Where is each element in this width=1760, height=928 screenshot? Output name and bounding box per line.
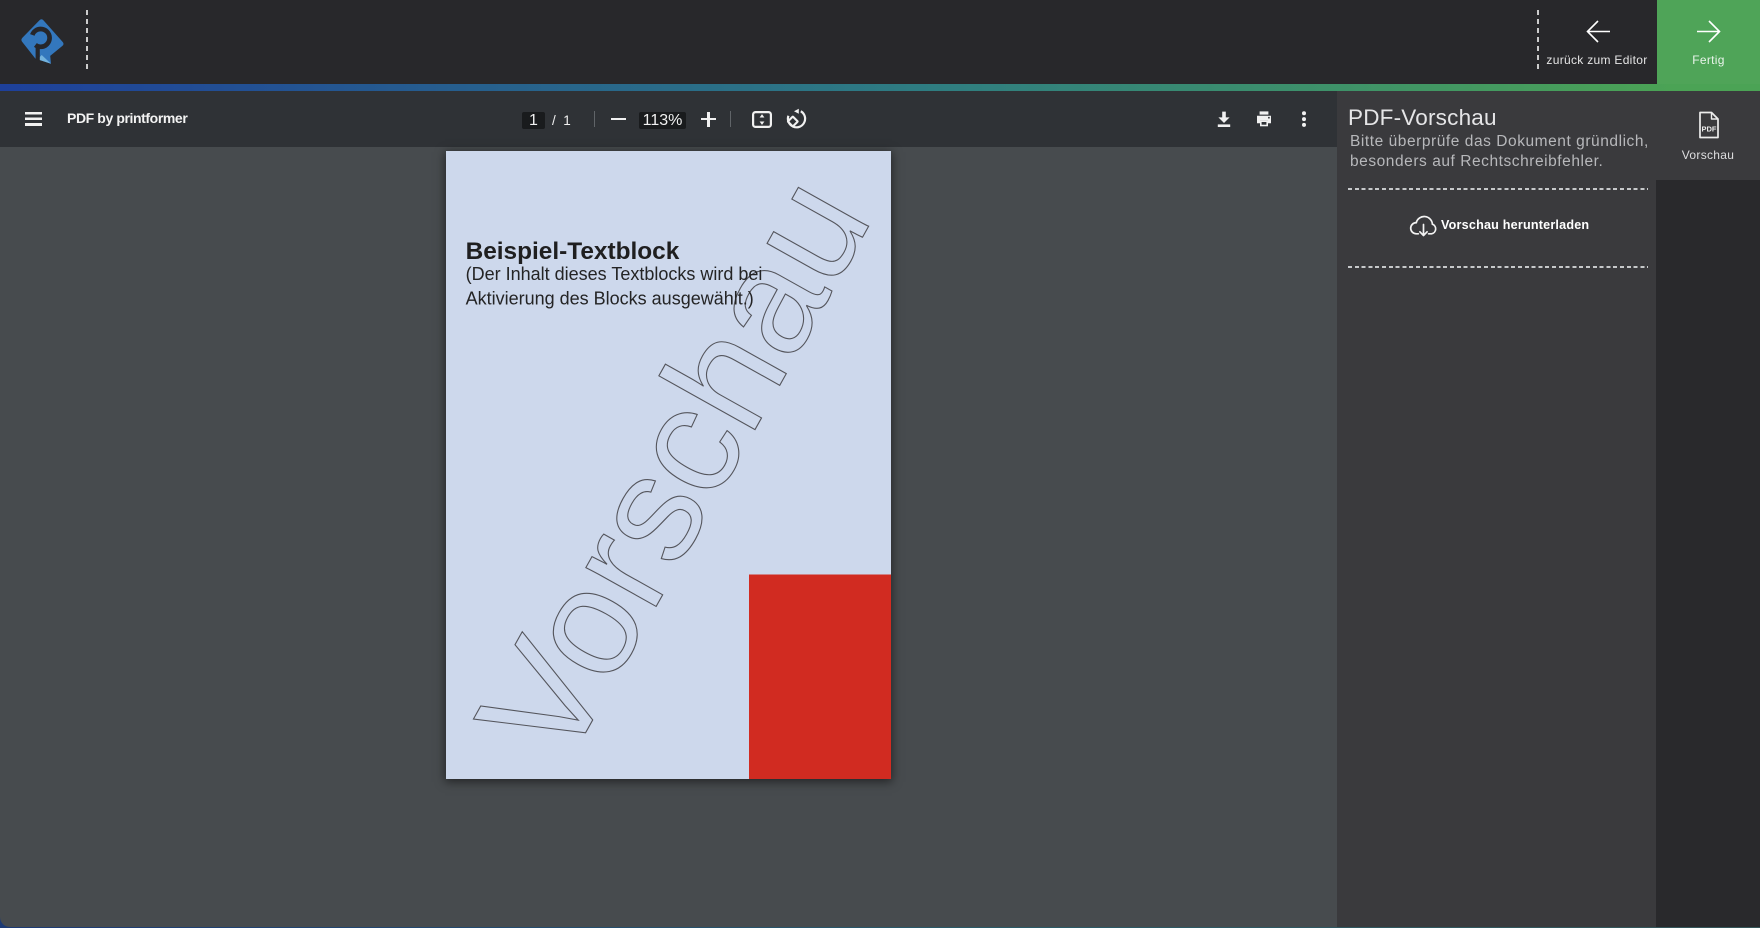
svg-text:(Der Inhalt dieses Textblocks: (Der Inhalt dieses Textblocks wird bei (466, 264, 763, 284)
svg-text:Beispiel-Textblock: Beispiel-Textblock (466, 238, 680, 265)
svg-text:Aktivierung des Blocks ausgewä: Aktivierung des Blocks ausgewählt.) (466, 289, 754, 309)
svg-text:PDF: PDF (1702, 125, 1717, 134)
